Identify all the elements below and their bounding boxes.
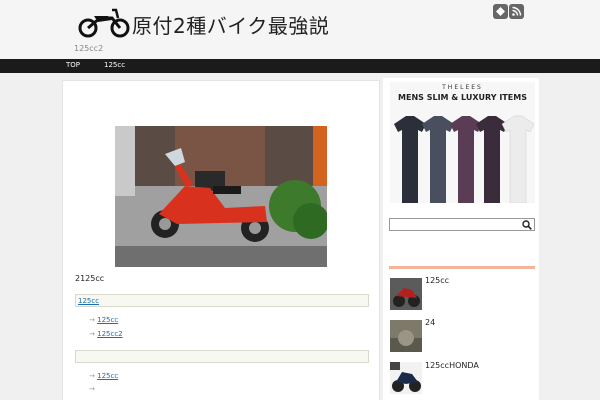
feedly-icon[interactable] [493,4,508,19]
search-icon[interactable] [522,220,532,230]
shirts-image [394,115,535,203]
toc-link[interactable]: → 125cc [89,372,122,380]
post-title[interactable]: 24 [425,318,435,327]
ad-headline: MENS SLIM & LUXURY ITEMS [398,93,527,102]
ad-brand: THELEES [442,84,483,91]
arrow-right-icon: → [89,330,95,338]
main-content: 2125cc 125cc → 125cc → 125cc2 → 125cc → [62,80,380,400]
post-title[interactable]: 125ccHONDA [425,361,479,370]
sidebar: THELEES MENS SLIM & LUXURY ITEMS 125cc 2… [383,78,539,400]
post-thumbnail[interactable] [390,278,422,310]
section-divider [389,266,535,269]
scooter-icon[interactable] [78,6,130,38]
red-scooter-photo [115,126,327,267]
post-title[interactable]: 125cc [425,276,449,285]
nav-item-top[interactable]: TOP [66,61,80,69]
arrow-right-icon: → [89,316,95,324]
toc-link[interactable]: → 125cc2 [89,330,127,338]
toc-heading-link-1[interactable]: 125cc [78,297,99,305]
arrow-right-icon: → [89,385,95,393]
site-header: 原付2種バイク最強説 125cc2 [0,0,600,59]
nav-item-125cc[interactable]: 125cc [104,61,125,69]
toc-heading-1: 125cc [75,294,369,307]
site-title[interactable]: 原付2種バイク最強説 [132,10,329,39]
search-input[interactable] [389,218,535,231]
post-thumbnail[interactable] [390,362,422,394]
arrow-right-icon: → [89,372,95,380]
photo-caption: 2125cc [75,274,105,283]
advertisement-banner[interactable]: THELEES MENS SLIM & LUXURY ITEMS [390,82,535,203]
toc-link[interactable]: → [89,385,99,393]
global-nav: TOP 125cc [0,59,600,73]
toc-heading-2 [75,350,369,363]
toc-link[interactable]: → 125cc [89,316,122,324]
rss-icon[interactable] [509,4,524,19]
post-thumbnail[interactable] [390,320,422,352]
site-tagline: 125cc2 [74,44,104,53]
